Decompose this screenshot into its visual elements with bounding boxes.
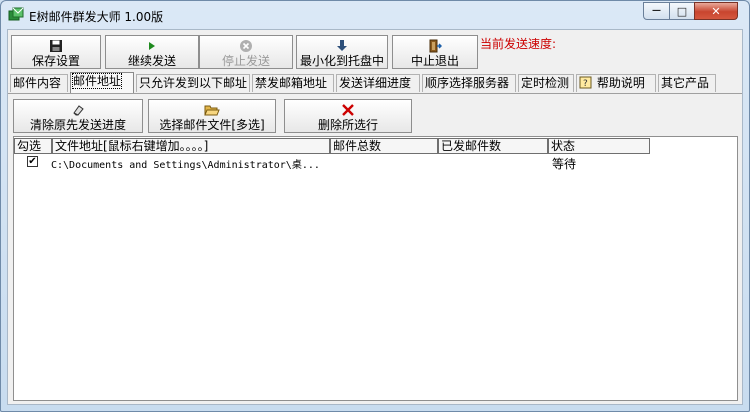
maximize-button[interactable]: □: [669, 2, 695, 20]
tab-mail-address[interactable]: 邮件地址: [70, 72, 134, 93]
client-area: 保存设置 继续发送 停止发送 最小化到托盘中 中止退出 当前发送速度: 邮件内容…: [7, 29, 743, 405]
maximize-icon: □: [676, 4, 688, 18]
tab-send-progress[interactable]: 发送详细进度: [336, 74, 420, 92]
table-row[interactable]: ✔ C:\Documents and Settings\Administrato…: [14, 155, 734, 171]
tab-help[interactable]: ? 帮助说明: [576, 74, 656, 92]
abort-exit-label: 中止退出: [410, 54, 459, 68]
tab-label: 定时检测: [521, 76, 570, 90]
continue-send-label: 继续发送: [127, 54, 176, 68]
close-icon: ✕: [711, 4, 721, 18]
title-bar[interactable]: E树邮件群发大师 1.00版 — □ ✕: [1, 1, 749, 29]
tab-label: 顺序选择服务器: [425, 76, 510, 90]
column-header-sent-mails[interactable]: 已发邮件数: [438, 138, 548, 154]
column-header-file-path[interactable]: 文件地址[鼠标右键增加。。。。]: [52, 138, 330, 154]
row-checkbox[interactable]: ✔: [27, 156, 38, 167]
svg-text:?: ?: [583, 79, 588, 89]
tab-label: 发送详细进度: [339, 76, 412, 90]
floppy-disk-icon: [50, 40, 62, 52]
app-icon: [8, 7, 24, 21]
send-speed-label: 当前发送速度:: [480, 37, 557, 51]
minimize-to-tray-label: 最小化到托盘中: [299, 54, 384, 68]
delete-selected-rows-label: 删除所选行: [317, 118, 378, 132]
tab-label: 只允许发到以下邮址: [139, 76, 248, 90]
tab-allow-only[interactable]: 只允许发到以下邮址: [136, 74, 250, 92]
mail-file-table[interactable]: 勾选 文件地址[鼠标右键增加。。。。] 邮件总数 已发邮件数 状态 ✔ C:\D…: [13, 136, 738, 401]
play-icon: [149, 42, 155, 50]
column-header-check[interactable]: 勾选: [14, 138, 52, 154]
window-title: E树邮件群发大师 1.00版: [29, 10, 164, 24]
minimize-to-tray-button[interactable]: 最小化到托盘中: [296, 35, 388, 69]
tab-label: 其它产品: [661, 76, 710, 90]
minimize-icon: —: [652, 6, 661, 16]
minimize-button[interactable]: —: [643, 2, 670, 20]
tab-other-products[interactable]: 其它产品: [658, 74, 716, 92]
tab-mail-content[interactable]: 邮件内容: [10, 74, 68, 92]
stop-send-button[interactable]: 停止发送: [199, 35, 293, 69]
tab-label: 禁发邮箱地址: [255, 76, 328, 90]
select-mail-files-button[interactable]: 选择邮件文件[多选]: [148, 99, 276, 133]
select-mail-files-label: 选择邮件文件[多选]: [159, 118, 265, 132]
stop-icon: [240, 40, 252, 52]
delete-selected-rows-button[interactable]: 删除所选行: [284, 99, 412, 133]
help-note-icon: ?: [579, 76, 592, 89]
column-header-total-mails[interactable]: 邮件总数: [330, 138, 438, 154]
stop-send-label: 停止发送: [221, 54, 270, 68]
row-file-path: C:\Documents and Settings\Administrator\…: [51, 160, 320, 171]
row-status: 等待: [552, 157, 577, 171]
red-x-icon: [342, 104, 354, 116]
exit-door-icon: [429, 39, 442, 53]
save-settings-button[interactable]: 保存设置: [11, 35, 101, 69]
close-button[interactable]: ✕: [694, 2, 738, 20]
tab-server-order[interactable]: 顺序选择服务器: [422, 74, 516, 92]
column-header-status[interactable]: 状态: [548, 138, 650, 154]
clear-progress-label: 清除原先发送进度: [29, 118, 126, 132]
tab-strip: 邮件内容 邮件地址 只允许发到以下邮址 禁发邮箱地址 发送详细进度 顺序选择服务…: [8, 72, 742, 94]
tab-label: 邮件地址: [71, 73, 123, 89]
clear-progress-button[interactable]: 清除原先发送进度: [13, 99, 143, 133]
continue-send-button[interactable]: 继续发送: [105, 35, 199, 69]
tab-blocked-addresses[interactable]: 禁发邮箱地址: [252, 74, 334, 92]
tab-label: 邮件内容: [13, 76, 62, 90]
save-settings-label: 保存设置: [31, 54, 80, 68]
open-folder-icon: [204, 105, 220, 116]
abort-exit-button[interactable]: 中止退出: [392, 35, 478, 69]
eraser-icon: [73, 105, 84, 116]
tab-label: 帮助说明: [596, 76, 645, 90]
app-window: E树邮件群发大师 1.00版 — □ ✕ 保存设置 继续发送 停止发送 最小化到…: [0, 0, 750, 412]
tab-scheduled-check[interactable]: 定时检测: [518, 74, 574, 92]
arrow-down-icon: [337, 40, 347, 51]
